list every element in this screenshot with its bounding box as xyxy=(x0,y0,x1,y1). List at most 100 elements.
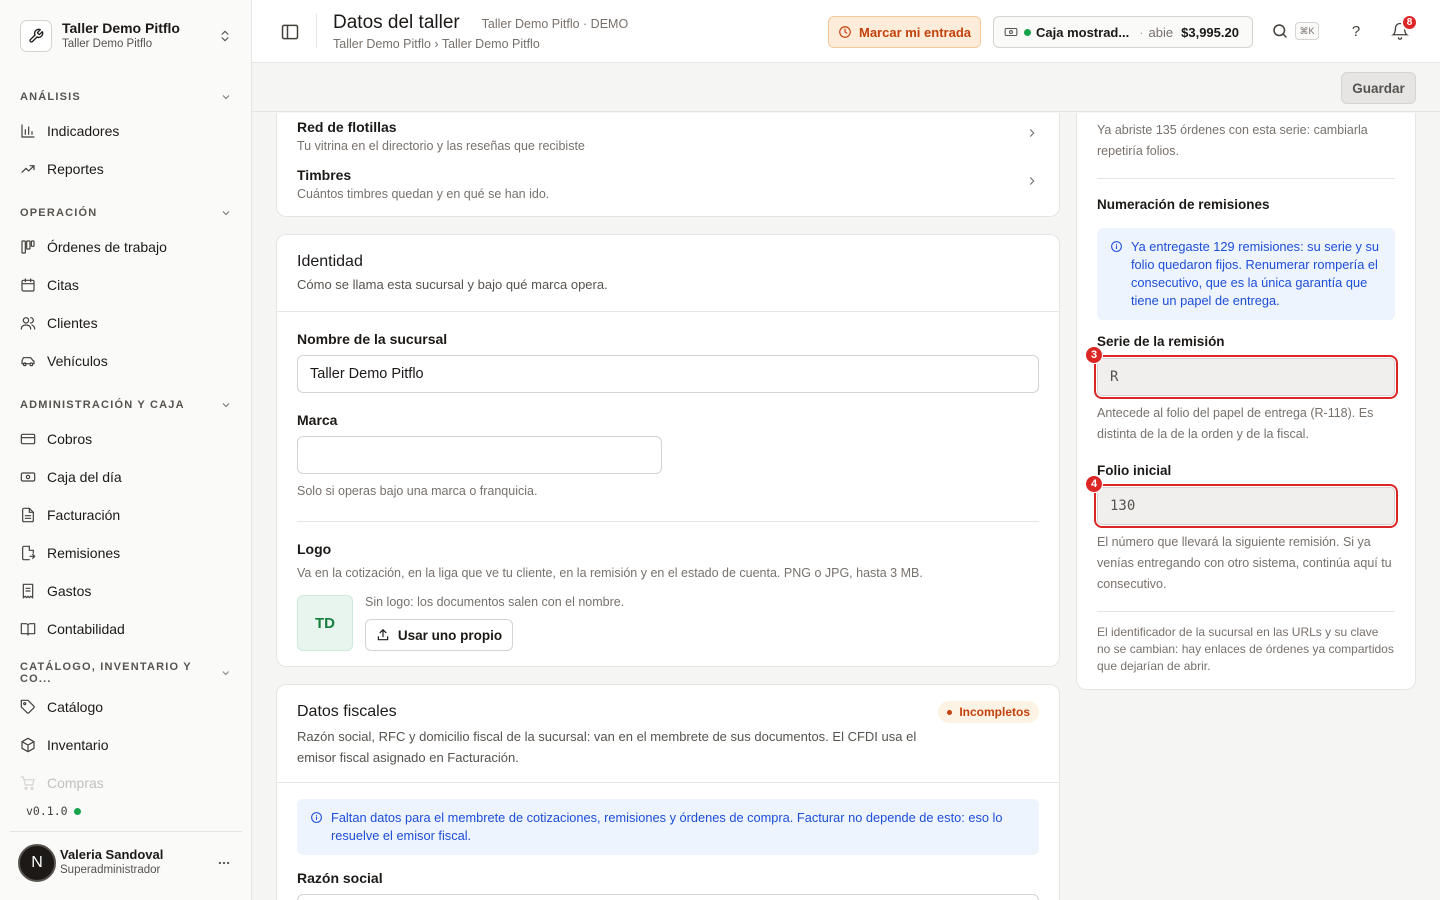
sidebar-item-label: Vehículos xyxy=(47,353,108,369)
link-desc: Tu vitrina en el directorio y las reseña… xyxy=(297,139,585,153)
clock-icon xyxy=(839,26,851,38)
branch-name-label: Nombre de la sucursal xyxy=(297,331,448,347)
divider xyxy=(277,782,1059,783)
search-shortcut: ⌘K xyxy=(1295,22,1319,40)
sidebar-item-label: Citas xyxy=(47,277,79,293)
razon-social-input[interactable] xyxy=(297,894,1039,900)
link-red-flotillas[interactable]: Red de flotillas Tu vitrina en el direct… xyxy=(297,118,1039,155)
brand-hint: Solo si operas bajo una marca o franquic… xyxy=(297,484,538,498)
chevron-right-icon xyxy=(1029,129,1035,137)
sidebar-item-catalogo[interactable]: Catálogo xyxy=(10,691,242,723)
sidebar-item-facturacion[interactable]: Facturación xyxy=(10,499,242,531)
serie-hint: Antecede al folio del papel de entrega (… xyxy=(1097,406,1374,441)
register-status: abie xyxy=(1148,24,1174,40)
search-icon[interactable] xyxy=(1271,22,1289,40)
brand-input[interactable] xyxy=(297,436,662,474)
link-desc: Cuántos timbres quedan y en qué se han i… xyxy=(297,187,550,201)
shopping-cart-icon xyxy=(20,776,35,790)
sidebar-item-reportes[interactable]: Reportes xyxy=(10,153,242,185)
branch-name-input[interactable]: Taller Demo Pitflo xyxy=(297,355,1039,393)
sidebar-item-label: Órdenes de trabajo xyxy=(47,239,167,255)
section-title: CATÁLOGO, INVENTARIO Y CO... xyxy=(20,661,192,685)
sidebar-item-clientes[interactable]: Clientes xyxy=(10,307,242,339)
more-horizontal-icon[interactable] xyxy=(212,851,236,875)
divider xyxy=(1097,178,1395,179)
banknote-icon xyxy=(1004,27,1018,37)
section-header-operacion[interactable]: OPERACIÓN xyxy=(20,204,232,222)
chevron-right-icon xyxy=(1029,177,1035,185)
sidebar-item-label: Inventario xyxy=(47,737,109,753)
sidebar-item-caja[interactable]: Caja del día xyxy=(10,461,242,493)
section-header-analisis[interactable]: ANÁLISIS xyxy=(20,88,232,106)
section-header-catalogo[interactable]: CATÁLOGO, INVENTARIO Y CO... xyxy=(20,661,232,685)
sidebar-item-cobros[interactable]: Cobros xyxy=(10,423,242,455)
register-amount: $3,995.20 xyxy=(1181,24,1239,40)
help-button[interactable]: ? xyxy=(1346,22,1366,42)
remisiones-title: Numeración de remisiones xyxy=(1097,197,1270,212)
register-name: Caja mostrad... xyxy=(1036,24,1130,40)
sidebar-item-compras[interactable]: Compras xyxy=(10,767,242,799)
remisiones-info-alert: Ya entregaste 129 remisiones: su serie y… xyxy=(1097,228,1395,320)
section-header-administracion[interactable]: ADMINISTRACIÓN Y CAJA xyxy=(20,396,232,414)
sidebar-item-indicadores[interactable]: Indicadores xyxy=(10,115,242,147)
avatar: N xyxy=(18,843,56,882)
sidebar-item-label: Facturación xyxy=(47,507,121,523)
main-content: Red de flotillas Tu vitrina en el direct… xyxy=(252,113,1440,900)
sidebar-item-label: Reportes xyxy=(47,161,104,177)
section-title: Datos fiscales xyxy=(297,703,397,720)
section-desc: Razón social, RFC y domicilio fiscal de … xyxy=(297,729,917,765)
serie-label: Serie de la remisión xyxy=(1097,334,1225,349)
page-meta: Taller Demo Pitflo · DEMO xyxy=(481,17,629,31)
version-label: v0.1.0 xyxy=(26,804,68,818)
logo-status: Sin logo: los documentos salen con el no… xyxy=(365,595,625,609)
link-timbres[interactable]: Timbres Cuántos timbres quedan y en qué … xyxy=(297,166,1039,203)
link-title: Red de flotillas xyxy=(297,119,397,135)
folio-hint: El número que llevará la siguiente remis… xyxy=(1097,535,1392,591)
sidebar-toggle-icon[interactable] xyxy=(280,22,300,42)
page-title: Datos del taller xyxy=(333,12,460,33)
folio-input[interactable]: 130 xyxy=(1094,484,1398,528)
sidebar-item-inventario[interactable]: Inventario xyxy=(10,729,242,761)
chevron-up-down-icon xyxy=(221,30,229,42)
links-card: Red de flotillas Tu vitrina en el direct… xyxy=(276,113,1060,217)
workspace-switcher[interactable]: Taller Demo Pitflo Taller Demo Pitflo xyxy=(10,10,242,62)
logo-label: Logo xyxy=(297,541,332,557)
top-bar: Datos del taller Taller Demo Pitflo · DE… xyxy=(252,0,1440,63)
check-in-label: Marcar mi entrada xyxy=(859,24,971,40)
file-text-icon xyxy=(22,507,34,523)
divider xyxy=(1097,611,1395,612)
sidebar-item-gastos[interactable]: Gastos xyxy=(10,575,242,607)
upload-icon xyxy=(377,629,389,641)
status-dot xyxy=(1024,28,1031,36)
check-in-button[interactable]: Marcar mi entrada xyxy=(828,16,981,48)
user-name: Valeria Sandoval xyxy=(60,847,164,862)
serie-input[interactable]: R xyxy=(1094,355,1398,399)
notification-badge: 8 xyxy=(1401,14,1418,31)
status-badge-label: Incompletos xyxy=(959,705,1030,719)
fiscal-card: Datos fiscales Incompletos Razón social,… xyxy=(276,684,1060,900)
user-menu[interactable]: N Valeria Sandoval Superadministrador xyxy=(10,831,242,893)
sidebar-item-vehiculos[interactable]: Vehículos xyxy=(10,345,242,377)
sidebar-item-label: Indicadores xyxy=(47,123,120,139)
breadcrumb[interactable]: Taller Demo Pitflo › Taller Demo Pitflo xyxy=(333,37,628,51)
sidebar-item-contabilidad[interactable]: Contabilidad xyxy=(10,613,242,645)
identity-card: Identidad Cómo se llama esta sucursal y … xyxy=(276,234,1060,667)
credit-card-icon xyxy=(20,433,36,445)
save-button[interactable]: Guardar xyxy=(1341,72,1416,104)
sidebar-item-remisiones[interactable]: Remisiones xyxy=(10,537,242,569)
section-title: OPERACIÓN xyxy=(20,207,98,219)
info-icon xyxy=(311,812,322,823)
tag-icon xyxy=(20,699,35,714)
cash-register-button[interactable]: Caja mostrad... · abie $3,995.20 xyxy=(993,16,1253,48)
chevron-down-icon xyxy=(222,95,230,100)
sidebar-item-citas[interactable]: Citas xyxy=(10,269,242,301)
info-text: Ya entregaste 129 remisiones: su serie y… xyxy=(1131,239,1380,308)
sidebar-item-label: Gastos xyxy=(47,583,92,599)
sidebar-item-ordenes[interactable]: Órdenes de trabajo xyxy=(10,231,242,263)
sidebar-item-label: Compras xyxy=(47,775,104,791)
upload-logo-button[interactable]: Usar uno propio xyxy=(365,619,513,651)
workspace-name: Taller Demo Pitflo xyxy=(62,20,180,36)
razon-social-label: Razón social xyxy=(297,870,383,886)
sidebar-item-label: Contabilidad xyxy=(47,621,125,637)
fiscal-info-alert: Faltan datos para el membrete de cotizac… xyxy=(297,799,1039,855)
